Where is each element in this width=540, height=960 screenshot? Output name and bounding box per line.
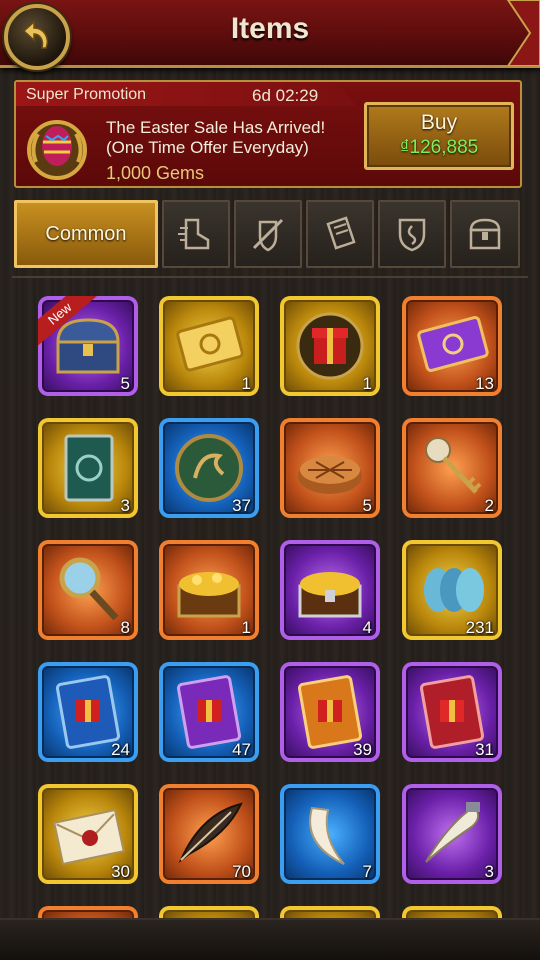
item-slot[interactable]: 3 bbox=[38, 418, 138, 518]
item-slot[interactable]: 13 bbox=[402, 296, 502, 396]
item-count: 1 bbox=[362, 374, 372, 393]
gift-box-icon bbox=[296, 312, 364, 380]
horn-icon bbox=[425, 802, 480, 863]
item-count: 37 bbox=[232, 496, 251, 515]
item-slot[interactable]: 4 bbox=[280, 540, 380, 640]
tab-chests[interactable] bbox=[450, 200, 520, 268]
tab-speedups[interactable] bbox=[162, 200, 230, 268]
item-count: 31 bbox=[475, 740, 494, 759]
pie-icon bbox=[298, 456, 362, 494]
item-count: 4 bbox=[362, 618, 372, 637]
book-icon bbox=[326, 216, 356, 250]
item-count: 30 bbox=[111, 862, 130, 881]
item-count: 2 bbox=[484, 496, 494, 515]
buy-price: ₫126,885 bbox=[399, 137, 479, 158]
item-count: 24 bbox=[111, 740, 130, 759]
item-slot[interactable]: 1 bbox=[159, 540, 259, 640]
crest-icon bbox=[398, 218, 426, 252]
item-count: 5 bbox=[120, 374, 130, 393]
item-count: 70 bbox=[232, 862, 251, 881]
item-slot[interactable]: 31 bbox=[402, 662, 502, 762]
item-count: 3 bbox=[120, 496, 130, 515]
item-count: 1 bbox=[241, 374, 251, 393]
category-tabs: Common bbox=[12, 200, 528, 268]
promotion-gems: 1,000 Gems bbox=[106, 163, 205, 183]
page-title: Items bbox=[230, 12, 310, 45]
fang-icon bbox=[309, 806, 345, 865]
item-slot[interactable]: 47 bbox=[159, 662, 259, 762]
easter-egg-medal-icon bbox=[27, 120, 87, 180]
tab-crests[interactable] bbox=[378, 200, 446, 268]
item-slot[interactable]: 8 bbox=[38, 540, 138, 640]
buy-button[interactable]: Buy ₫126,885 bbox=[364, 102, 514, 170]
item-slot[interactable]: 3 bbox=[402, 784, 502, 884]
item-count: 13 bbox=[475, 374, 494, 393]
item-slot[interactable]: 24 bbox=[38, 662, 138, 762]
item-slot[interactable]: 39 bbox=[280, 662, 380, 762]
corner-decoration-icon bbox=[506, 0, 540, 66]
item-slot[interactable]: 1 bbox=[159, 296, 259, 396]
item-grid: New 5 1 1 13 3 37 5 2 8 1 4 231 24 47 39 31 30 70 7 3 bbox=[12, 276, 528, 960]
tab-combat[interactable] bbox=[234, 200, 302, 268]
item-count: 3 bbox=[484, 862, 494, 881]
item-slot[interactable]: 5 bbox=[280, 418, 380, 518]
tab-common[interactable]: Common bbox=[14, 200, 158, 268]
skull-key-icon bbox=[425, 437, 482, 494]
item-slot[interactable]: New 5 bbox=[38, 296, 138, 396]
bottom-bar bbox=[0, 918, 540, 960]
item-count: 231 bbox=[465, 618, 494, 637]
item-slot[interactable]: 2 bbox=[402, 418, 502, 518]
item-count: 1 bbox=[241, 618, 251, 637]
item-count: 8 bbox=[120, 618, 130, 637]
tab-common-label: Common bbox=[45, 223, 127, 245]
item-count: 39 bbox=[353, 740, 372, 759]
gold-chest-icon bbox=[177, 572, 241, 618]
tab-tomes[interactable] bbox=[306, 200, 374, 268]
promotion-subline: (One Time Offer Everyday) bbox=[106, 138, 309, 157]
spellbook-icon bbox=[64, 434, 114, 502]
magnifier-icon bbox=[59, 557, 119, 621]
item-slot[interactable]: 30 bbox=[38, 784, 138, 884]
chest-icon bbox=[469, 218, 501, 250]
silver-chest-icon bbox=[298, 572, 362, 618]
promotion-banner[interactable]: Super Promotion 6d 02:29 The Easter Sale… bbox=[14, 80, 522, 188]
items-screen: Items Super Promotion 6d 02:29 The Easte… bbox=[0, 0, 540, 960]
gold-ticket-icon bbox=[176, 316, 244, 372]
item-count: 47 bbox=[232, 740, 251, 759]
item-count: 5 bbox=[362, 496, 372, 515]
item-slot[interactable]: 70 bbox=[159, 784, 259, 884]
item-slot[interactable]: 1 bbox=[280, 296, 380, 396]
sword-shield-icon bbox=[252, 218, 284, 252]
item-slot[interactable]: 231 bbox=[402, 540, 502, 640]
promotion-headline: The Easter Sale Has Arrived! bbox=[106, 118, 326, 137]
item-count: 7 bbox=[362, 862, 372, 881]
speed-boot-icon bbox=[178, 218, 210, 250]
buy-label: Buy bbox=[420, 111, 458, 134]
item-slot[interactable]: 37 bbox=[159, 418, 259, 518]
item-slot[interactable]: 7 bbox=[280, 784, 380, 884]
promotion-timer: 6d 02:29 bbox=[252, 86, 319, 105]
promotion-label: Super Promotion bbox=[26, 86, 147, 103]
header-bar: Items bbox=[0, 0, 540, 70]
